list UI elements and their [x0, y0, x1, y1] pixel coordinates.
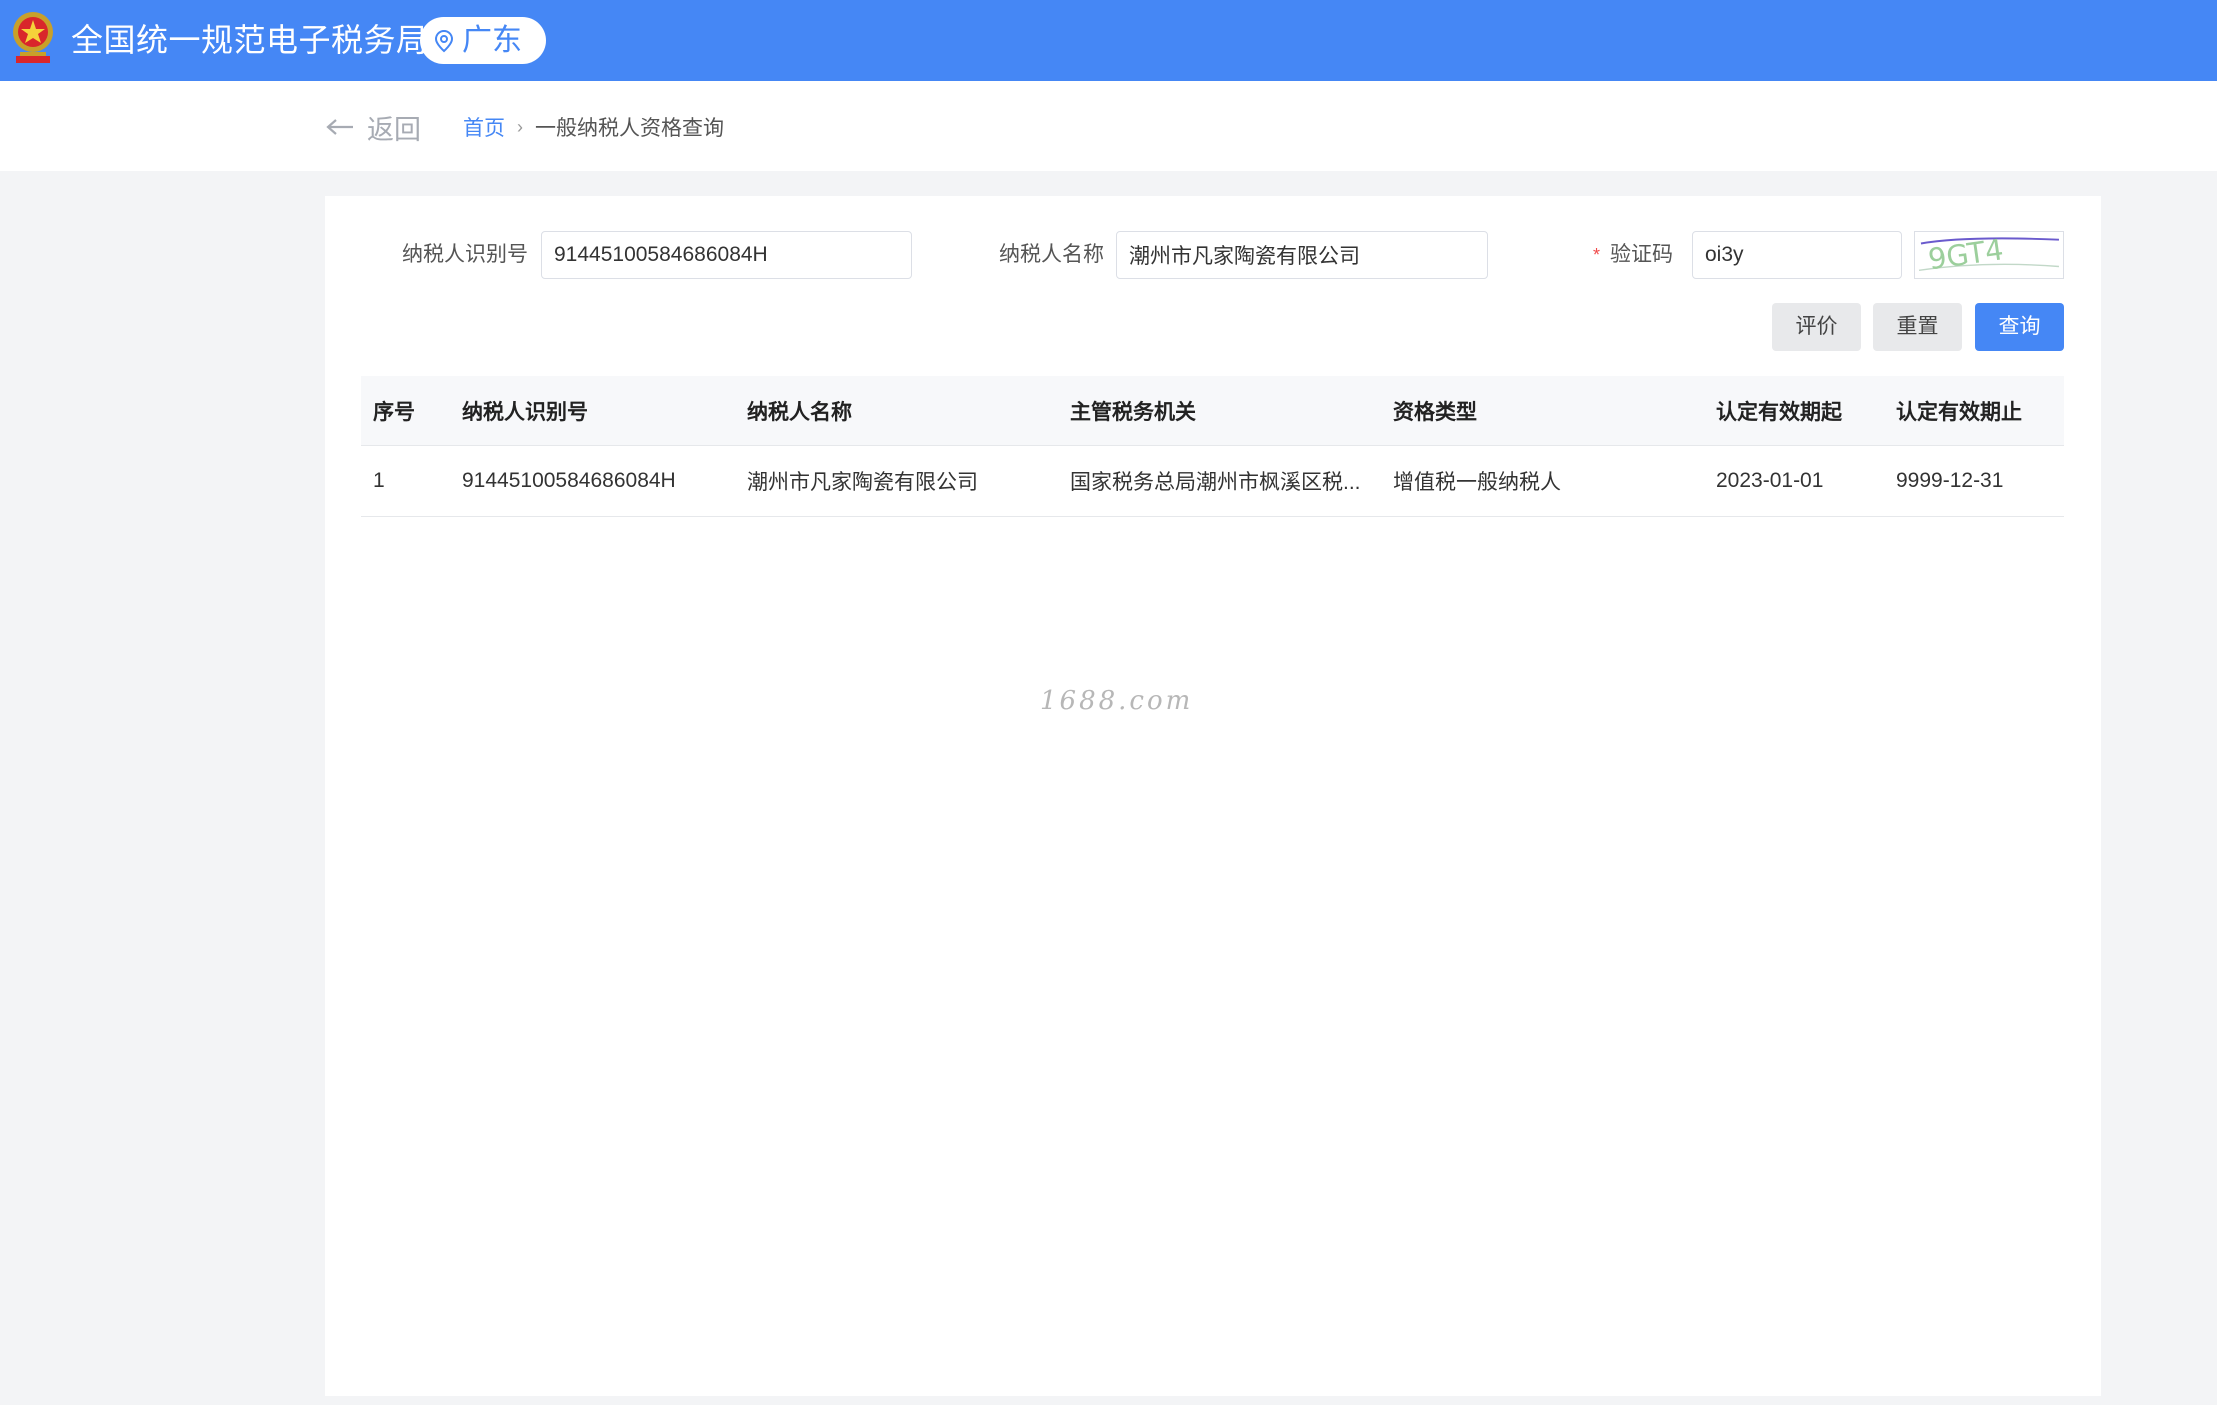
- table-header: 序号 纳税人识别号 纳税人名称 主管税务机关 资格类型 认定有效期起 认定有效期…: [361, 376, 2064, 446]
- table-cell: 潮州市凡家陶瓷有限公司: [747, 471, 978, 494]
- table-cell: 国家税务总局潮州市枫溪区税...: [1070, 471, 1361, 494]
- captcha-label-wrap: * 验证码: [1593, 231, 1673, 279]
- query-button[interactable]: 查询: [1975, 303, 2064, 351]
- location-pin-icon: [434, 29, 454, 52]
- arrow-left-icon: [326, 119, 353, 135]
- captcha-label: 验证码: [1610, 243, 1674, 266]
- reset-button[interactable]: 重置: [1873, 303, 1962, 351]
- breadcrumb: 首页 › 一般纳税人资格查询: [463, 110, 724, 144]
- tax-emblem-icon: [13, 12, 53, 63]
- table-cell: 91445100584686084H: [462, 469, 676, 492]
- breadcrumb-home-link[interactable]: 首页: [463, 112, 505, 142]
- column-header: 纳税人名称: [747, 400, 852, 424]
- column-header: 序号: [373, 400, 415, 424]
- chevron-right-icon: ›: [517, 116, 523, 137]
- taxpayer-name-input[interactable]: [1116, 231, 1488, 279]
- captcha-image[interactable]: 9GT4: [1914, 231, 2064, 279]
- table-cell: 9999-12-31: [1896, 469, 2004, 492]
- column-header: 认定有效期起: [1716, 400, 1842, 424]
- region-selector[interactable]: 广东: [420, 17, 546, 64]
- breadcrumb-bar: 返回 首页 › 一般纳税人资格查询: [0, 81, 2217, 171]
- back-label: 返回: [367, 114, 421, 145]
- region-label: 广东: [462, 23, 522, 57]
- evaluate-button[interactable]: 评价: [1772, 303, 1861, 351]
- required-marker: *: [1593, 245, 1601, 265]
- table-cell: 增值税一般纳税人: [1393, 471, 1561, 494]
- captcha-input[interactable]: [1692, 231, 1902, 279]
- column-header: 认定有效期止: [1896, 400, 2022, 424]
- breadcrumb-current: 一般纳税人资格查询: [535, 117, 724, 140]
- watermark: 1688.com: [1040, 686, 1194, 716]
- back-button[interactable]: 返回: [325, 107, 421, 147]
- query-card: 纳税人识别号 纳税人名称 * 验证码 9GT4 评价 重置 查询 序号 纳税人识别…: [325, 196, 2101, 1396]
- table-cell: 1: [373, 469, 385, 492]
- column-header: 主管税务机关: [1070, 400, 1196, 424]
- column-header: 纳税人识别号: [462, 400, 588, 424]
- taxpayer-name-label: 纳税人名称: [999, 243, 1104, 266]
- taxpayer-id-label: 纳税人识别号: [402, 243, 528, 266]
- top-header: 全国统一规范电子税务局 广东: [0, 0, 2217, 81]
- result-table: 序号 纳税人识别号 纳税人名称 主管税务机关 资格类型 认定有效期起 认定有效期…: [361, 376, 2064, 517]
- site-title: 全国统一规范电子税务局: [71, 22, 429, 58]
- column-header: 资格类型: [1393, 400, 1477, 424]
- table-cell: 2023-01-01: [1716, 469, 1824, 492]
- taxpayer-id-input[interactable]: [541, 231, 912, 279]
- table-row: 1 91445100584686084H 潮州市凡家陶瓷有限公司 国家税务总局潮…: [361, 446, 2064, 517]
